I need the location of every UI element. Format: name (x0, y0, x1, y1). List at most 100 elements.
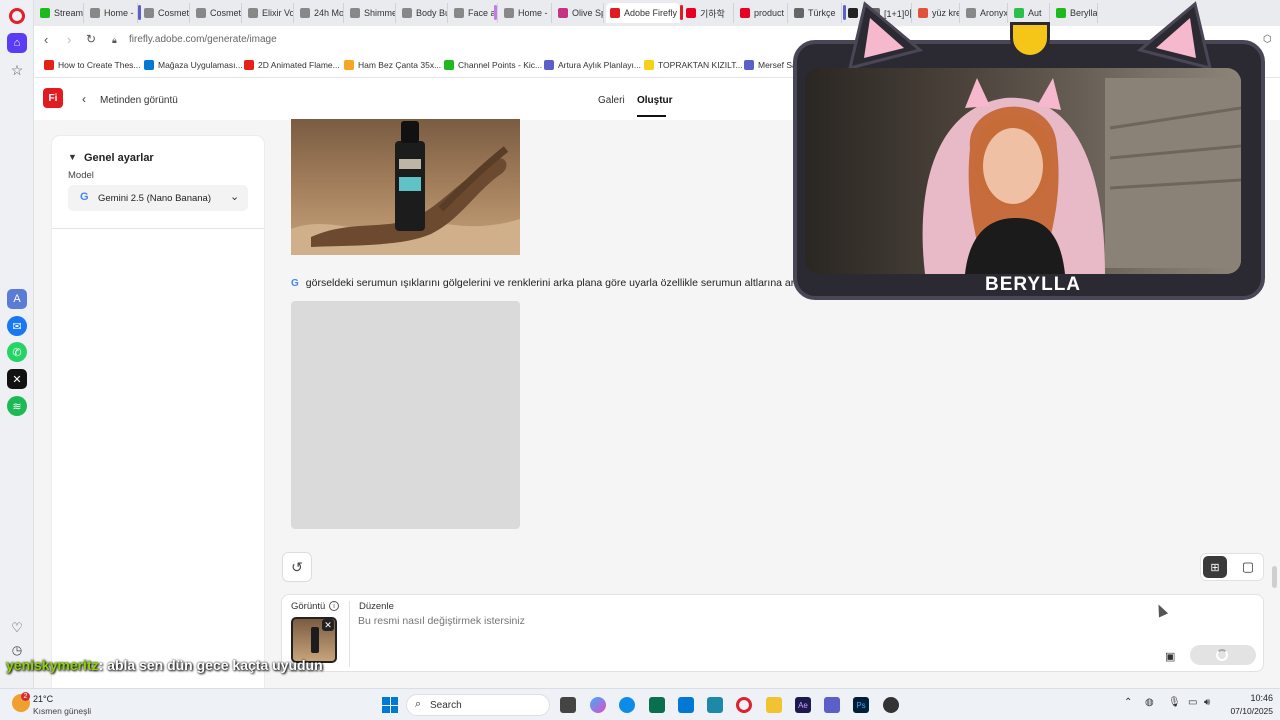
tab-favicon-icon (1014, 8, 1024, 18)
tab-label: Olive Sp (572, 8, 604, 18)
bookmark-item[interactable]: Mağaza Uygulaması... (144, 60, 243, 70)
bookmark-label: TOPRAKTAN KIZILT... (658, 60, 743, 70)
tray-network-icon[interactable]: ◍ (1145, 697, 1154, 708)
edit-prompt-input[interactable] (358, 613, 1058, 629)
model-select[interactable]: G Gemini 2.5 (Nano Banana) ⌄ (68, 185, 248, 211)
opera-taskbar-icon[interactable] (736, 697, 752, 713)
bookmark-item[interactable]: 2D Animated Flame... (244, 60, 340, 70)
extension-cube-icon[interactable]: ⬡ (1263, 34, 1272, 45)
whatsapp-icon[interactable]: ✆ (7, 342, 27, 362)
windows-start-icon[interactable] (382, 697, 398, 713)
browser-tab[interactable]: Cosmeti (192, 3, 242, 23)
chevron-down-icon[interactable]: ▼ (68, 152, 77, 162)
bookmark-item[interactable]: TOPRAKTAN KIZILT... (644, 60, 743, 70)
section-title[interactable]: Genel ayarlar (84, 152, 154, 164)
heart-icon[interactable]: ♡ (7, 618, 27, 638)
browser-tab[interactable]: 24h Mo (296, 3, 344, 23)
browser-tab[interactable]: Aut (1010, 3, 1050, 23)
tray-chevron-up-icon[interactable]: ⌃ (1124, 697, 1132, 708)
messenger-icon[interactable]: ✉ (7, 316, 27, 336)
home-icon[interactable]: ⌂ (7, 33, 27, 53)
clock-time[interactable]: 10:46 (1237, 693, 1273, 703)
browser-tab[interactable]: Face an (450, 3, 498, 23)
bookmark-label: Channel Points - Kic... (458, 60, 543, 70)
bookmark-favicon-icon (544, 60, 554, 70)
remove-thumbnail-icon[interactable]: ✕ (322, 619, 334, 631)
aria-icon[interactable]: A (7, 289, 27, 309)
bookmark-label: Ham Bez Çanta 35x... (358, 60, 442, 70)
forward-arrow-icon[interactable]: › (67, 32, 71, 47)
tab-gallery[interactable]: Galeri (598, 95, 625, 106)
bookmark-item[interactable]: How to Create Thes... (44, 60, 141, 70)
volume-icon[interactable]: 🔊︎ (1204, 697, 1210, 708)
bookmark-item[interactable]: Ham Bez Çanta 35x... (344, 60, 441, 70)
browser-tab[interactable]: Olive Sp (554, 3, 604, 23)
back-to-text-to-image[interactable]: Metinden görüntü (100, 95, 178, 106)
taskbar-search-box[interactable]: ⌕ Search (406, 694, 550, 716)
browser-tab[interactable]: Aronyx (962, 3, 1008, 23)
store-icon[interactable] (649, 697, 665, 713)
clock-date[interactable]: 07/10/2025 (1223, 706, 1273, 716)
browser-tab[interactable]: product (736, 3, 788, 23)
copilot-icon[interactable] (590, 697, 606, 713)
photoshop-icon[interactable]: Ps (853, 697, 869, 713)
tab-label: Aut (1028, 8, 1042, 18)
tab-favicon-icon (248, 8, 258, 18)
info-icon[interactable]: i (329, 601, 339, 611)
single-view-icon[interactable]: ▢ (1239, 558, 1257, 576)
browser-tab[interactable]: 기하학 (682, 3, 734, 23)
history-button[interactable]: ↺ (282, 552, 312, 582)
tab-label: Home - (104, 8, 134, 18)
file-explorer-icon[interactable] (766, 697, 782, 713)
tab-group-indicator[interactable] (680, 5, 683, 20)
tab-label: Cosmeti (210, 8, 242, 18)
after-effects-icon[interactable]: Ae (795, 697, 811, 713)
tab-favicon-icon (454, 8, 464, 18)
reload-icon[interactable]: ↻ (86, 32, 96, 46)
webcam-scene (922, 78, 1241, 274)
outlook-icon[interactable] (678, 697, 694, 713)
generated-image-product[interactable] (291, 119, 520, 255)
microphone-icon[interactable]: 🎙︎ (1168, 697, 1181, 708)
cat-ear-right-icon (1136, 1, 1213, 70)
tab-favicon-icon (196, 8, 206, 18)
bookmark-item[interactable]: Artura Aylık Planlayı... (544, 60, 641, 70)
generate-button[interactable] (1190, 645, 1256, 665)
browser-tab[interactable]: Berylla (1052, 3, 1098, 23)
browser-tab[interactable]: Home - (86, 3, 138, 23)
edge-icon[interactable] (619, 697, 635, 713)
tab-group-indicator[interactable] (494, 5, 497, 20)
tab-label: product (754, 8, 785, 18)
product-photo-illustration (291, 121, 520, 255)
back-arrow-icon[interactable]: ‹ (44, 32, 48, 47)
chevron-left-icon[interactable]: ‹ (82, 92, 86, 106)
scrollbar[interactable] (1272, 566, 1277, 588)
browser-tab[interactable]: Shimme (346, 3, 396, 23)
spotify-icon[interactable]: ≋ (7, 396, 27, 416)
task-view-icon[interactable] (560, 697, 576, 713)
browser-tab[interactable]: Elixir Vo (244, 3, 294, 23)
browser-tab[interactable]: Türkçe (790, 3, 842, 23)
x-icon[interactable]: ✕ (7, 369, 27, 389)
tab-group-indicator[interactable] (138, 5, 141, 20)
obs-icon[interactable] (883, 697, 899, 713)
add-image-icon[interactable]: ▣ (1165, 650, 1175, 663)
url-field[interactable]: firefly.adobe.com/generate/image (129, 34, 277, 45)
firefly-logo[interactable]: Fi (43, 88, 63, 108)
browser-tab[interactable]: Adobe Firefly (606, 3, 680, 23)
teams-icon[interactable] (824, 697, 840, 713)
bookmark-item[interactable]: Mersef Sa (744, 60, 797, 70)
browser-tab[interactable]: Cosmet (140, 3, 190, 23)
browser-tab[interactable]: Stream (36, 3, 84, 23)
lock-icon: 🔒︎ (112, 35, 117, 45)
star-icon[interactable]: ☆ (7, 60, 27, 80)
browser-tab[interactable]: Body Bu (398, 3, 448, 23)
wifi-icon[interactable]: ▭ (1188, 697, 1197, 708)
grid-view-icon[interactable]: ⊞ (1203, 556, 1227, 578)
app-icon[interactable] (707, 697, 723, 713)
tab-create[interactable]: Oluştur (637, 95, 673, 106)
bookmark-favicon-icon (144, 60, 154, 70)
bookmark-item[interactable]: Channel Points - Kic... (444, 60, 542, 70)
opera-logo-icon[interactable] (9, 8, 25, 24)
browser-tab[interactable]: Home - (500, 3, 552, 23)
